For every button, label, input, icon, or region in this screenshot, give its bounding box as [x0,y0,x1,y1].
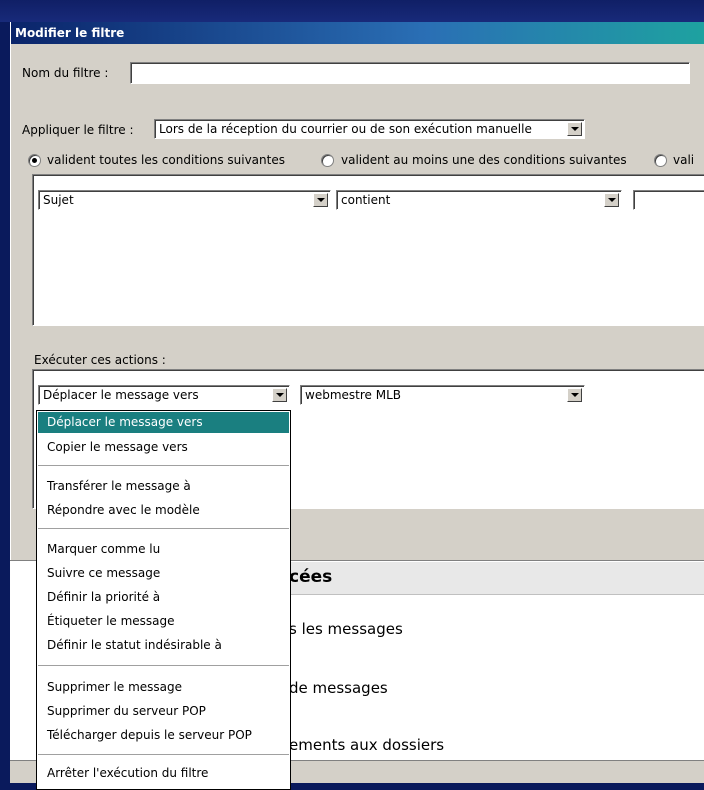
menu-divider [38,665,289,666]
filter-name-input[interactable] [130,62,690,84]
background-page-header [290,562,704,595]
menu-item-forward[interactable]: Transférer le message à [38,476,289,497]
actions-label: Exécuter ces actions : [34,353,166,367]
chevron-down-icon[interactable] [567,122,582,136]
apply-filter-select[interactable]: Lors de la réception du courrier ou de s… [154,119,585,139]
menu-item-stop-filter[interactable]: Arrêter l'exécution du filtre [38,763,289,784]
background-line-3: ements aux dossiers [289,736,445,754]
menu-divider [38,465,289,466]
radio-match-all-label: valident toutes les conditions suivantes [47,153,285,167]
menu-item-junk-status[interactable]: Définir le statut indésirable à [38,635,289,656]
menu-divider [38,754,289,755]
menu-item-flag[interactable]: Suivre ce message [38,563,289,584]
dialog-title: Modifier le filtre [11,22,704,44]
background-line-2: de messages [289,679,388,697]
condition-value-input[interactable] [633,190,704,210]
background-line-1: s les messages [289,620,403,638]
menu-item-set-priority[interactable]: Définir la priorité à [38,587,289,608]
background-heading: cées [289,567,333,587]
condition-operator-select[interactable]: contient [336,190,622,210]
chevron-down-icon[interactable] [272,388,287,402]
condition-field-select[interactable]: Sujet [38,190,331,210]
action-type-dropdown-list[interactable]: Déplacer le message vers Copier le messa… [36,410,291,790]
action-target-select[interactable]: webmestre MLB [300,385,585,405]
chevron-down-icon[interactable] [604,193,619,207]
chevron-down-icon[interactable] [313,193,328,207]
apply-filter-label: Appliquer le filtre : [22,123,134,137]
menu-item-tag[interactable]: Étiqueter le message [38,611,289,632]
radio-match-third-label: vali [673,153,695,167]
desktop-background [0,0,704,22]
chevron-down-icon[interactable] [567,388,582,402]
menu-divider [38,528,289,529]
menu-item-move[interactable]: Déplacer le message vers [38,412,289,433]
menu-item-mark-read[interactable]: Marquer comme lu [38,539,289,560]
radio-match-any[interactable] [321,154,334,167]
menu-item-reply-template[interactable]: Répondre avec le modèle [38,500,289,521]
radio-match-all[interactable] [28,154,41,167]
menu-item-fetch-pop[interactable]: Télécharger depuis le serveur POP [38,725,289,746]
filter-name-label: Nom du filtre : [22,66,109,80]
menu-item-copy[interactable]: Copier le message vers [38,437,289,458]
radio-match-any-label: valident au moins une des conditions sui… [341,153,627,167]
action-type-select[interactable]: Déplacer le message vers [38,385,290,405]
menu-item-delete-pop[interactable]: Supprimer du serveur POP [38,701,289,722]
menu-item-delete[interactable]: Supprimer le message [38,677,289,698]
radio-match-third[interactable] [654,154,667,167]
